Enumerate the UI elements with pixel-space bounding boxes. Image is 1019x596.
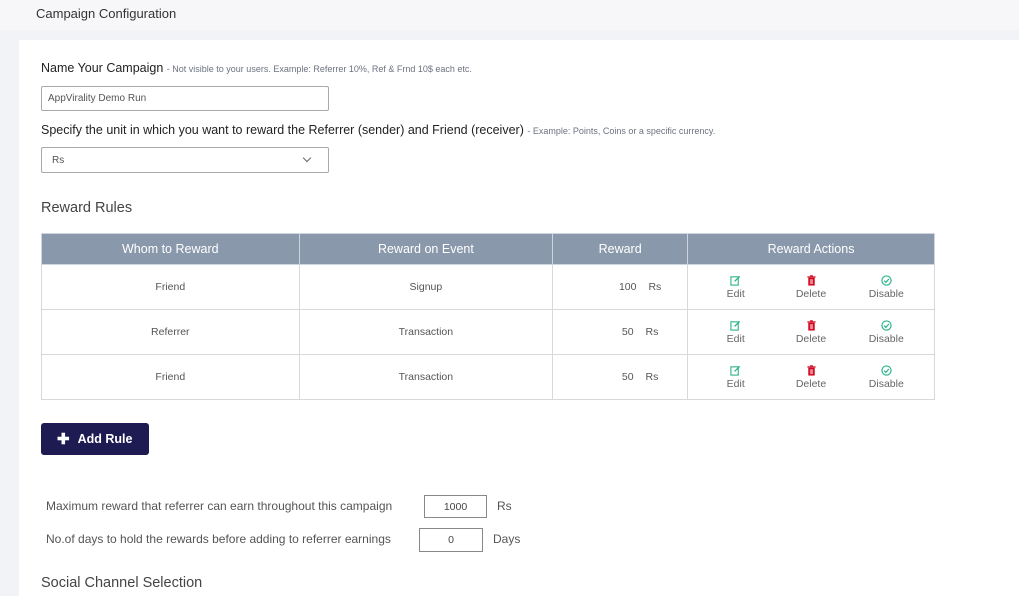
cell-reward: 50 Rs [552, 309, 689, 355]
reward-unit: Rs [645, 326, 659, 338]
reward-unit-label-row: Specify the unit in which you want to re… [41, 123, 715, 137]
table-row: Friend Signup 100 Rs Edit Delete Disable [41, 264, 935, 310]
col-header-event: Reward on Event [298, 233, 554, 265]
hold-days-unit: Days [493, 532, 521, 546]
hold-days-value: 0 [448, 534, 454, 546]
check-circle-icon [881, 319, 892, 331]
reward-rules-title: Reward Rules [41, 200, 133, 216]
hold-days-label: No.of days to hold the rewards before ad… [46, 532, 391, 546]
cell-actions: Edit Delete Disable [687, 264, 935, 310]
add-rule-button[interactable]: ✚ Add Rule [41, 423, 149, 455]
delete-button[interactable]: Delete [781, 274, 841, 300]
edit-label: Edit [726, 287, 745, 300]
reward-unit-select[interactable]: Rs [41, 147, 329, 173]
table-header-row: Whom to Reward Reward on Event Reward Re… [41, 233, 935, 265]
reward-unit-hint: - Example: Points, Coins or a specific c… [527, 126, 716, 136]
edit-icon [730, 320, 741, 331]
disable-label: Disable [868, 332, 904, 345]
delete-button[interactable]: Delete [781, 319, 841, 345]
edit-label: Edit [726, 332, 745, 345]
disable-label: Disable [868, 377, 904, 390]
edit-button[interactable]: Edit [706, 365, 766, 390]
campaign-name-label: Name Your Campaign [41, 61, 164, 75]
disable-button[interactable]: Disable [856, 364, 916, 390]
cell-actions: Edit Delete Disable [687, 354, 935, 400]
cell-event: Signup [298, 264, 554, 310]
social-channel-title: Social Channel Selection [41, 575, 203, 591]
campaign-name-value: AppVirality Demo Run [48, 93, 147, 104]
col-header-actions: Reward Actions [687, 233, 935, 265]
edit-button[interactable]: Edit [706, 320, 766, 345]
col-header-whom: Whom to Reward [41, 233, 300, 265]
disable-button[interactable]: Disable [856, 274, 916, 300]
check-circle-icon [881, 274, 892, 286]
check-circle-icon [881, 364, 892, 376]
trash-icon [806, 364, 816, 376]
reward-unit-label: Specify the unit in which you want to re… [41, 123, 524, 137]
cell-actions: Edit Delete Disable [687, 309, 935, 355]
reward-unit-selected: Rs [52, 154, 65, 166]
reward-amount: 50 [621, 371, 634, 383]
reward-unit: Rs [645, 371, 659, 383]
top-bar: Campaign Configuration [0, 0, 1019, 30]
table-row: Friend Transaction 50 Rs Edit Delete Disa… [41, 354, 935, 400]
max-reward-label: Maximum reward that referrer can earn th… [46, 499, 393, 513]
campaign-name-hint: - Not visible to your users. Example: Re… [166, 64, 472, 74]
edit-button[interactable]: Edit [706, 275, 766, 300]
delete-label: Delete [795, 377, 827, 390]
max-reward-input[interactable]: 1000 [424, 495, 487, 518]
edit-label: Edit [726, 377, 745, 390]
delete-label: Delete [795, 287, 827, 300]
reward-unit: Rs [648, 281, 662, 293]
cell-reward: 50 Rs [552, 354, 689, 400]
cell-event: Transaction [298, 354, 554, 400]
chevron-down-icon [302, 153, 312, 163]
cell-whom: Friend [41, 354, 300, 400]
cell-whom: Referrer [41, 309, 300, 355]
edit-icon [730, 275, 741, 286]
campaign-name-input[interactable]: AppVirality Demo Run [41, 86, 329, 111]
add-rule-label: Add Rule [77, 432, 133, 446]
col-header-reward: Reward [552, 233, 689, 265]
disable-label: Disable [868, 287, 904, 300]
delete-button[interactable]: Delete [781, 364, 841, 390]
max-reward-unit: Rs [497, 499, 512, 513]
max-reward-value: 1000 [443, 500, 468, 513]
disable-button[interactable]: Disable [856, 319, 916, 345]
page-title: Campaign Configuration [36, 6, 177, 21]
trash-icon [806, 319, 816, 331]
delete-label: Delete [795, 332, 827, 345]
reward-amount: 50 [621, 326, 634, 338]
reward-rules-table: Whom to Reward Reward on Event Reward Re… [41, 233, 935, 400]
plus-icon: ✚ [57, 431, 70, 448]
campaign-name-label-row: Name Your Campaign - Not visible to your… [41, 61, 472, 75]
cell-reward: 100 Rs [552, 264, 689, 310]
hold-days-input[interactable]: 0 [419, 528, 483, 552]
reward-amount: 100 [618, 281, 637, 293]
trash-icon [806, 274, 816, 286]
cell-event: Transaction [298, 309, 554, 355]
edit-icon [730, 365, 741, 376]
table-row: Referrer Transaction 50 Rs Edit Delete Di… [41, 309, 935, 355]
cell-whom: Friend [41, 264, 300, 310]
